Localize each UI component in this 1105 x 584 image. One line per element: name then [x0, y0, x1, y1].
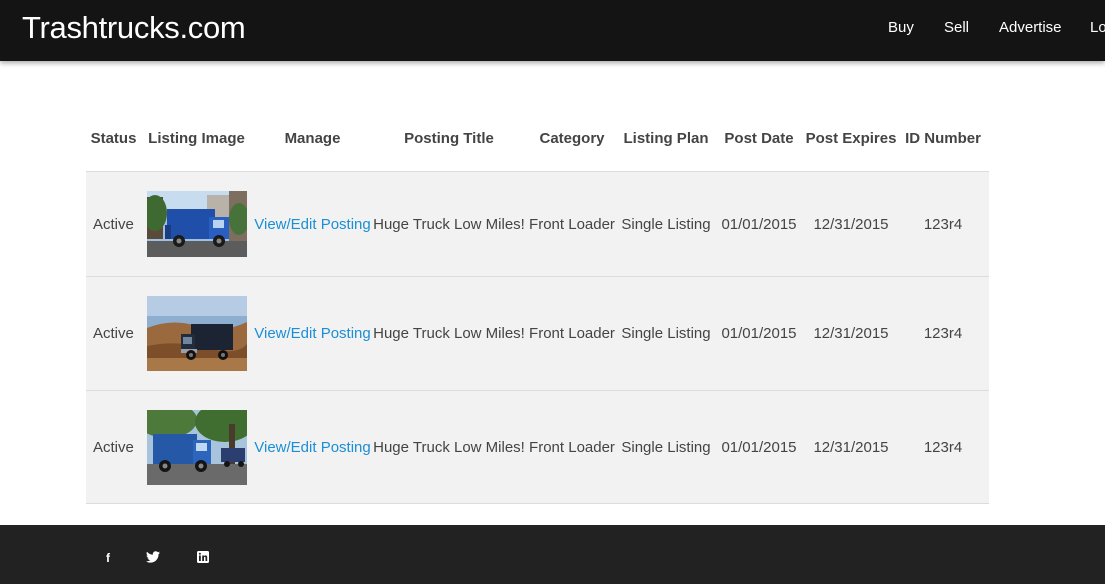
manage-cell: View/Edit Posting	[252, 171, 373, 277]
posting-title-cell: Huge Truck Low Miles!	[373, 390, 525, 504]
view-edit-posting-link[interactable]: View/Edit Posting	[254, 325, 370, 342]
listing-image-cell	[141, 276, 252, 391]
manage-cell: View/Edit Posting	[252, 276, 373, 391]
table-row: Active View/Edit Posting Huge Truck Low …	[86, 390, 989, 504]
post-expires-cell: 12/31/2015	[805, 276, 897, 391]
header-manage: Manage	[284, 129, 341, 147]
twitter-icon[interactable]	[145, 551, 161, 565]
category-cell: Front Loader	[525, 390, 619, 504]
top-navbar: Trashtrucks.com Buy Sell Advertise Lo	[0, 0, 1105, 61]
view-edit-posting-link[interactable]: View/Edit Posting	[254, 216, 370, 233]
header-id-number: ID Number	[905, 129, 981, 147]
site-footer: f	[0, 525, 1105, 584]
category-cell: Front Loader	[525, 276, 619, 391]
table-row: Active View/Edit Posting Huge Truck Low …	[86, 276, 989, 391]
nav-buy[interactable]: Buy	[888, 18, 914, 38]
view-edit-posting-link[interactable]: View/Edit Posting	[254, 439, 370, 456]
header-listing-image: Listing Image	[148, 129, 245, 147]
manage-cell: View/Edit Posting	[252, 390, 373, 504]
listing-plan-cell: Single Listing	[619, 171, 713, 277]
nav-login[interactable]: Lo	[1090, 18, 1105, 38]
listing-image-cell	[141, 390, 252, 504]
post-date-cell: 01/01/2015	[713, 171, 805, 277]
header-post-date: Post Date	[724, 129, 794, 147]
posting-title-cell: Huge Truck Low Miles!	[373, 276, 525, 391]
listing-plan-cell: Single Listing	[619, 390, 713, 504]
listing-image-blue-truck-street[interactable]	[146, 409, 247, 485]
status-cell: Active	[86, 171, 141, 277]
id-number-cell: 123r4	[897, 171, 989, 277]
header-listing-plan: Listing Plan	[623, 129, 709, 147]
facebook-icon[interactable]: f	[100, 551, 116, 565]
linkedin-icon[interactable]	[195, 551, 211, 565]
table-header-row: Status Listing Image Manage Posting Titl…	[86, 106, 989, 172]
post-expires-cell: 12/31/2015	[805, 390, 897, 504]
listing-image-cell	[141, 171, 252, 277]
category-cell: Front Loader	[525, 171, 619, 277]
post-date-cell: 01/01/2015	[713, 390, 805, 504]
header-category: Category	[539, 129, 605, 147]
status-cell: Active	[86, 276, 141, 391]
nav-advertise[interactable]: Advertise	[999, 18, 1062, 38]
header-status: Status	[90, 129, 137, 147]
header-posting-title: Posting Title	[404, 129, 494, 147]
id-number-cell: 123r4	[897, 276, 989, 391]
header-post-expires: Post Expires	[805, 129, 897, 147]
table-row: Active View/Edit Posting Huge Truck Low …	[86, 171, 989, 277]
post-date-cell: 01/01/2015	[713, 276, 805, 391]
site-logo[interactable]: Trashtrucks.com	[22, 8, 246, 48]
listing-image-blue-garbage-truck[interactable]	[146, 191, 247, 257]
listings-table: Status Listing Image Manage Posting Titl…	[86, 106, 989, 504]
listing-image-dark-truck-desert[interactable]	[146, 296, 247, 371]
listing-plan-cell: Single Listing	[619, 276, 713, 391]
status-cell: Active	[86, 390, 141, 504]
posting-title-cell: Huge Truck Low Miles!	[373, 171, 525, 277]
id-number-cell: 123r4	[897, 390, 989, 504]
post-expires-cell: 12/31/2015	[805, 171, 897, 277]
nav-sell[interactable]: Sell	[944, 18, 969, 38]
